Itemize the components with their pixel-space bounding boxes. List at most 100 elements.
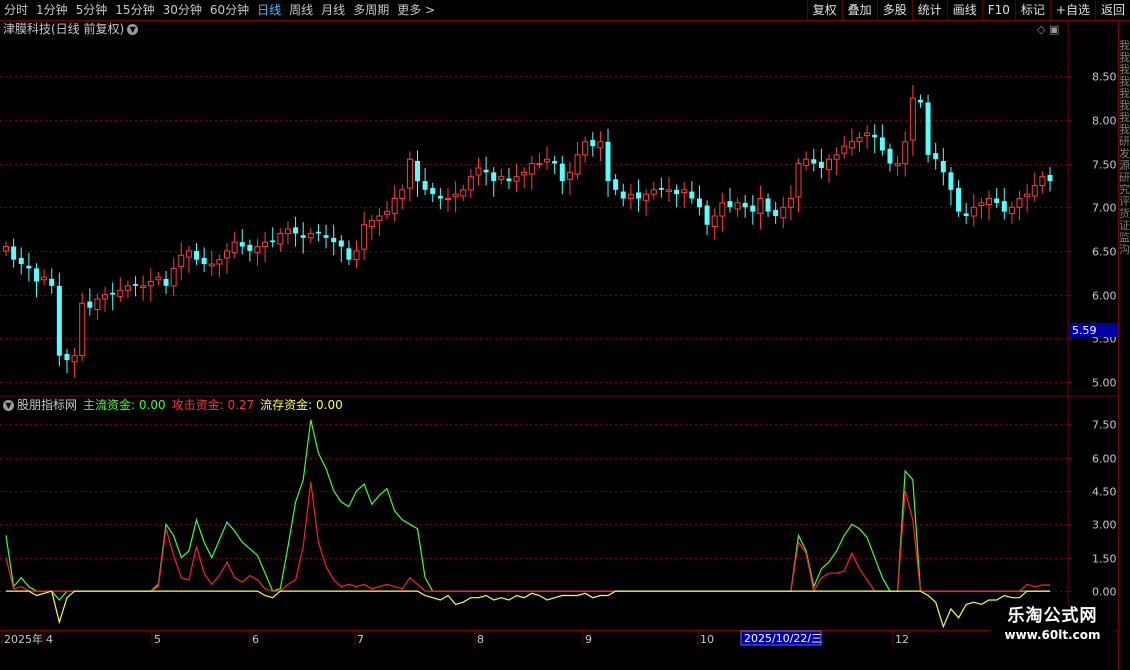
stock-fund-label: 流存资金: 0.00 (260, 398, 343, 412)
indicator-tick-label: 1.50 (1092, 553, 1117, 566)
chevron-down-icon[interactable]: ▼ (127, 24, 139, 35)
candle-body (208, 263, 215, 267)
candle-body (64, 353, 70, 361)
price-tick-label: 7.00 (1092, 202, 1117, 215)
candle-body (590, 140, 596, 147)
candle-body (133, 284, 139, 286)
candle-body (300, 235, 306, 238)
candle-body (879, 137, 885, 151)
candle-body (811, 159, 817, 164)
candle-body (254, 246, 261, 254)
main-chart-title[interactable]: 津膜科技(日线 前复权) ▼ (3, 21, 139, 37)
candle-body (963, 213, 969, 216)
candle-body (422, 181, 428, 190)
time-label-sep: 9 (585, 633, 592, 646)
candle-body (582, 141, 589, 156)
candle-body (460, 189, 467, 197)
candle-body (376, 215, 383, 221)
candle-body (262, 241, 269, 248)
candle-body (315, 231, 321, 234)
window-restore-icon[interactable]: ▣ (1049, 23, 1059, 36)
indicator-tick-label: 0.00 (1092, 586, 1117, 599)
candle-body (384, 211, 391, 215)
candle-body (917, 99, 923, 103)
candle-body (117, 289, 124, 297)
candle-body (689, 191, 695, 199)
candle-body (734, 202, 741, 210)
candle-body (33, 268, 39, 282)
candle-body (528, 163, 535, 175)
candle-body (566, 171, 573, 180)
right-info-strip[interactable]: 我我我我我我我我研发源研究评货证监沟 (1118, 20, 1130, 670)
main-fund-label: 主流资金: 0.00 (83, 398, 166, 412)
attack-fund-line (5, 481, 1050, 593)
candle-body (71, 355, 78, 363)
candle-body (346, 248, 352, 260)
candle-body (909, 97, 916, 141)
candle-body (18, 257, 24, 265)
candle-body (170, 267, 177, 287)
candle-body (26, 265, 32, 269)
candle-body (665, 189, 672, 193)
candle-body (894, 163, 901, 166)
candle-body (110, 292, 116, 295)
candle-body (803, 158, 810, 166)
candle-body (406, 158, 413, 189)
watermark: 乐淘公式网 www.60lt.com (990, 605, 1115, 647)
candle-body (513, 176, 520, 182)
candle-body (574, 154, 581, 175)
candle-body (826, 158, 833, 171)
candle-body (650, 189, 657, 195)
candle-body (933, 153, 939, 160)
candle-body (658, 188, 664, 190)
candle-body (1008, 206, 1015, 214)
candle-body (49, 278, 55, 286)
candle-body (902, 141, 909, 165)
candle-body (399, 189, 406, 200)
candle-body (627, 193, 634, 200)
diamond-icon[interactable]: ◇ (1037, 23, 1045, 36)
watermark-title: 乐淘公式网 (1007, 606, 1098, 626)
chart-canvas[interactable]: 8.508.007.507.006.506.005.505.005.597.50… (0, 0, 1130, 650)
candle-body (711, 215, 718, 227)
candle-body (1024, 193, 1031, 198)
candle-body (430, 188, 436, 195)
candle-body (102, 294, 109, 300)
candle-body (681, 189, 688, 193)
candle-body (757, 198, 764, 214)
candle-body (719, 202, 726, 217)
candle-body (940, 160, 946, 173)
candle-body (140, 285, 147, 289)
chevron-down-icon[interactable]: ▼ (3, 400, 14, 411)
price-tick-label: 8.00 (1092, 115, 1117, 128)
price-tick-label: 6.50 (1092, 246, 1117, 259)
candle-body (231, 241, 238, 254)
candle-body (750, 205, 756, 212)
attack-fund-label: 攻击资金: 0.27 (171, 398, 255, 412)
candle-body (704, 205, 710, 225)
candle-body (795, 163, 802, 198)
candle-body (986, 198, 993, 206)
candle-body (11, 246, 17, 260)
candle-body (361, 224, 368, 250)
candle-body (491, 172, 497, 182)
candle-body (41, 276, 48, 281)
candle-body (467, 176, 474, 191)
candle-body (87, 301, 93, 308)
candle-body (635, 192, 641, 199)
candle-body (559, 163, 565, 182)
candle-body (1039, 176, 1046, 186)
candle-body (3, 246, 9, 252)
candle-body (605, 141, 611, 182)
candle-body (841, 145, 848, 154)
candle-body (833, 154, 840, 160)
candle-body (613, 179, 619, 190)
candle-body (444, 198, 451, 201)
candle-body (887, 148, 893, 164)
price-tick-label: 8.50 (1092, 71, 1117, 84)
candle-body (948, 172, 954, 190)
candle-body (498, 176, 505, 180)
candle-body (216, 259, 223, 265)
indicator-name[interactable]: 股朋指标网 (17, 398, 77, 412)
candle-body (848, 141, 855, 149)
